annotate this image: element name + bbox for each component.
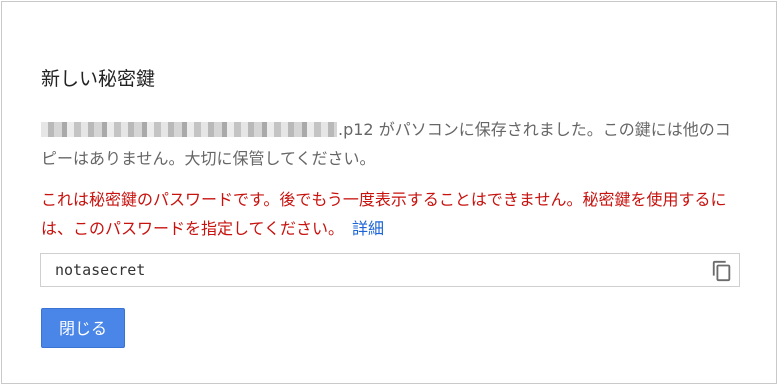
new-private-key-dialog: 新しい秘密鍵 .p12 がパソコンに保存されました。この鍵には他のコピーはありま… (1, 1, 777, 384)
copy-icon[interactable] (711, 260, 733, 282)
close-button[interactable]: 閉じる (41, 308, 125, 348)
password-input[interactable] (41, 254, 715, 286)
password-field (40, 253, 740, 287)
redacted-filename (41, 122, 337, 137)
password-warning: これは秘密鍵のパスワードです。後でもう一度表示することはできません。秘密鍵を使用… (41, 185, 746, 243)
dialog-title: 新しい秘密鍵 (41, 68, 156, 90)
saved-message: .p12 がパソコンに保存されました。この鍵には他のコピーはありません。大切に保… (41, 115, 741, 173)
details-link[interactable]: 詳細 (352, 219, 384, 238)
